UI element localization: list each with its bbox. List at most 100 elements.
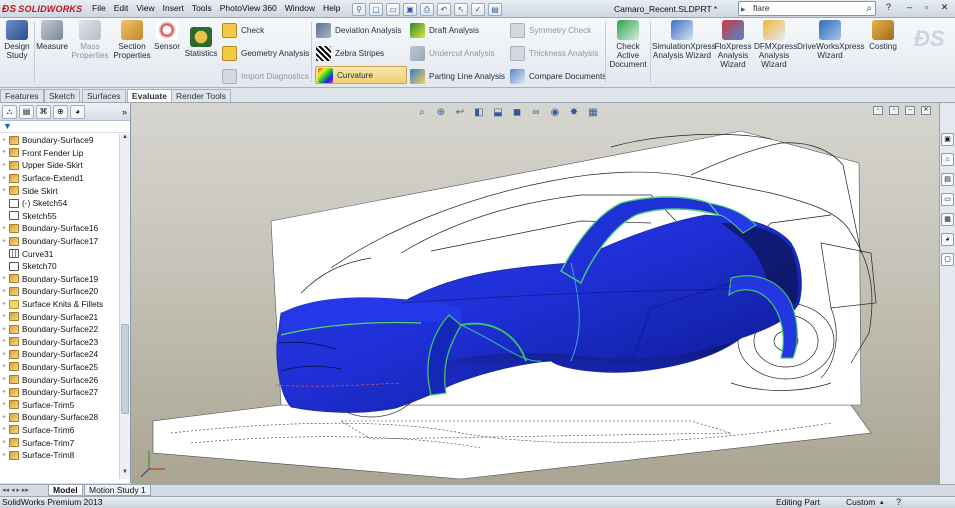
tree-item[interactable]: + Surface-Trim6 [0, 424, 119, 437]
tree-item[interactable]: + Surface-Trim8 [0, 449, 119, 462]
tree-item[interactable]: + Boundary-Surface21 [0, 310, 119, 323]
design-study-button[interactable]: Design Study [2, 20, 32, 60]
view-settings-icon[interactable]: ▦ [585, 106, 601, 121]
scroll-thumb[interactable] [121, 324, 129, 414]
tree-item[interactable]: Sketch70 [0, 260, 119, 273]
tree-item[interactable]: Sketch55 [0, 210, 119, 223]
expand-icon[interactable]: + [0, 288, 8, 295]
viewport-restore-icon[interactable]: ▫ [889, 106, 899, 115]
expand-icon[interactable]: + [0, 313, 8, 320]
compare-documents-button[interactable]: Compare Documents [510, 67, 606, 85]
pin-icon[interactable]: ⚲ [352, 2, 366, 16]
tree-item[interactable]: + Boundary-Surface26 [0, 373, 119, 386]
tree-item[interactable]: + Boundary-Surface28 [0, 411, 119, 424]
driveworksxpress-button[interactable]: DriveWorksXpress Wizard [797, 20, 865, 60]
options-icon[interactable]: ▤ [488, 2, 502, 16]
tree-item[interactable]: + Boundary-Surface9 [0, 134, 119, 147]
tree-item[interactable]: + Boundary-Surface20 [0, 285, 119, 298]
thickness-analysis-button[interactable]: Thickness Analysis [510, 44, 598, 62]
select-icon[interactable]: ↖ [454, 2, 468, 16]
expand-icon[interactable]: + [0, 426, 8, 433]
costing-button[interactable]: Costing [866, 20, 900, 51]
tree-item[interactable]: + Boundary-Surface25 [0, 361, 119, 374]
expand-icon[interactable]: + [0, 338, 8, 345]
close-icon[interactable]: ✕ [938, 2, 951, 14]
expand-icon[interactable]: + [0, 238, 8, 245]
menu-file[interactable]: File [92, 3, 106, 13]
open-icon[interactable]: ▭ [386, 2, 400, 16]
zoom-to-area-icon[interactable]: ⊕ [433, 106, 449, 121]
viewport-close-icon[interactable]: ✕ [921, 106, 931, 115]
zoom-to-fit-icon[interactable]: ⌕ [414, 106, 430, 121]
new-document-icon[interactable]: ▢ [369, 2, 383, 16]
viewport-minimize-icon[interactable]: – [905, 106, 915, 115]
print-icon[interactable]: ⎙ [420, 2, 434, 16]
restore-icon[interactable]: ▫ [920, 2, 933, 14]
expand-icon[interactable]: + [0, 452, 8, 459]
check-button[interactable]: Check [222, 21, 264, 39]
solidworks-logo[interactable]: ƉS SOLIDWORKS [2, 2, 82, 16]
expand-icon[interactable]: + [0, 414, 8, 421]
floxpress-button[interactable]: FloXpress Analysis Wizard [714, 20, 752, 69]
view-palette-icon[interactable]: ▦ [941, 213, 954, 226]
solidworks-resources-icon[interactable]: ▣ [941, 133, 954, 146]
measure-button[interactable]: Measure [36, 20, 68, 51]
configuration-manager-icon[interactable]: ⌘ [36, 104, 51, 119]
save-icon[interactable]: ▣ [403, 2, 417, 16]
expand-icon[interactable]: + [0, 149, 8, 156]
scroll-up-icon[interactable]: ▲ [120, 134, 130, 144]
graphics-area[interactable]: ⌕ ⊕ ↩ ◧ ⬓ ◼ ∞ ◉ ✸ ▦ ▫ ▫ – ✕ [131, 103, 939, 484]
section-view-icon[interactable]: ◧ [471, 106, 487, 121]
scroll-down-icon[interactable]: ▼ [120, 469, 130, 479]
view-orientation-icon[interactable]: ⬓ [490, 106, 506, 121]
tree-item[interactable]: + Side Skirt [0, 184, 119, 197]
mass-properties-button[interactable]: Mass Properties [70, 20, 110, 60]
geometry-analysis-button[interactable]: Geometry Analysis [222, 44, 309, 62]
dimxpert-icon[interactable]: ⊕ [53, 104, 68, 119]
deviation-analysis-button[interactable]: Deviation Analysis [316, 21, 401, 39]
expand-icon[interactable]: + [0, 376, 8, 383]
tree-item[interactable]: + Boundary-Surface27 [0, 386, 119, 399]
tree-item[interactable]: + Surface Knits & Fillets [0, 298, 119, 311]
expand-icon[interactable]: + [0, 187, 8, 194]
menu-view[interactable]: View [136, 3, 154, 13]
expand-icon[interactable]: + [0, 326, 8, 333]
symmetry-check-button[interactable]: Symmetry Check [510, 21, 591, 39]
draft-analysis-button[interactable]: Draft Analysis [410, 21, 479, 39]
tree-item[interactable]: + Surface-Extend1 [0, 172, 119, 185]
tab-features[interactable]: Features [0, 89, 44, 102]
undo-icon[interactable]: ↶ [437, 2, 451, 16]
section-properties-button[interactable]: Section Properties [112, 20, 152, 60]
zebra-stripes-button[interactable]: Zebra Stripes [316, 44, 384, 62]
units-selector[interactable]: Custom [846, 497, 875, 508]
tree-item[interactable]: + Surface-Trim7 [0, 436, 119, 449]
help-icon[interactable]: ? [896, 497, 901, 508]
appearances-icon[interactable]: ◕ [941, 233, 954, 246]
units-dropdown-icon[interactable]: ▴ [880, 497, 884, 508]
tab-surfaces[interactable]: Surfaces [82, 89, 126, 102]
menu-window[interactable]: Window [285, 3, 315, 13]
menu-insert[interactable]: Insert [163, 3, 184, 13]
edit-appearance-icon[interactable]: ◉ [547, 106, 563, 121]
statistics-button[interactable]: Statistics [183, 27, 219, 58]
home-icon[interactable]: ⌂ [941, 153, 954, 166]
tree-item[interactable]: + Boundary-Surface22 [0, 323, 119, 336]
expand-icon[interactable]: + [0, 401, 8, 408]
menu-edit[interactable]: Edit [114, 3, 129, 13]
parting-line-analysis-button[interactable]: Parting Line Analysis [410, 67, 505, 85]
import-diagnostics-button[interactable]: Import Diagnostics [222, 67, 309, 85]
rebuild-icon[interactable]: ✓ [471, 2, 485, 16]
check-active-document-button[interactable]: Check Active Document [608, 20, 648, 69]
expand-icon[interactable]: + [0, 175, 8, 182]
help-icon[interactable]: ? [882, 2, 895, 14]
tree-item[interactable]: + Boundary-Surface17 [0, 235, 119, 248]
tab-evaluate[interactable]: Evaluate [127, 89, 172, 102]
search-input[interactable]: ▸ flare ⌕ [738, 1, 876, 16]
property-manager-icon[interactable]: ▤ [19, 104, 34, 119]
tab-render-tools[interactable]: Render Tools [171, 89, 231, 102]
tree-scrollbar[interactable]: ▲ ▼ [119, 134, 130, 479]
minimize-icon[interactable]: – [903, 2, 916, 14]
tree-item[interactable]: + Surface-Trim5 [0, 398, 119, 411]
undercut-analysis-button[interactable]: Undercut Analysis [410, 44, 495, 62]
menu-photoview[interactable]: PhotoView 360 [220, 3, 277, 13]
